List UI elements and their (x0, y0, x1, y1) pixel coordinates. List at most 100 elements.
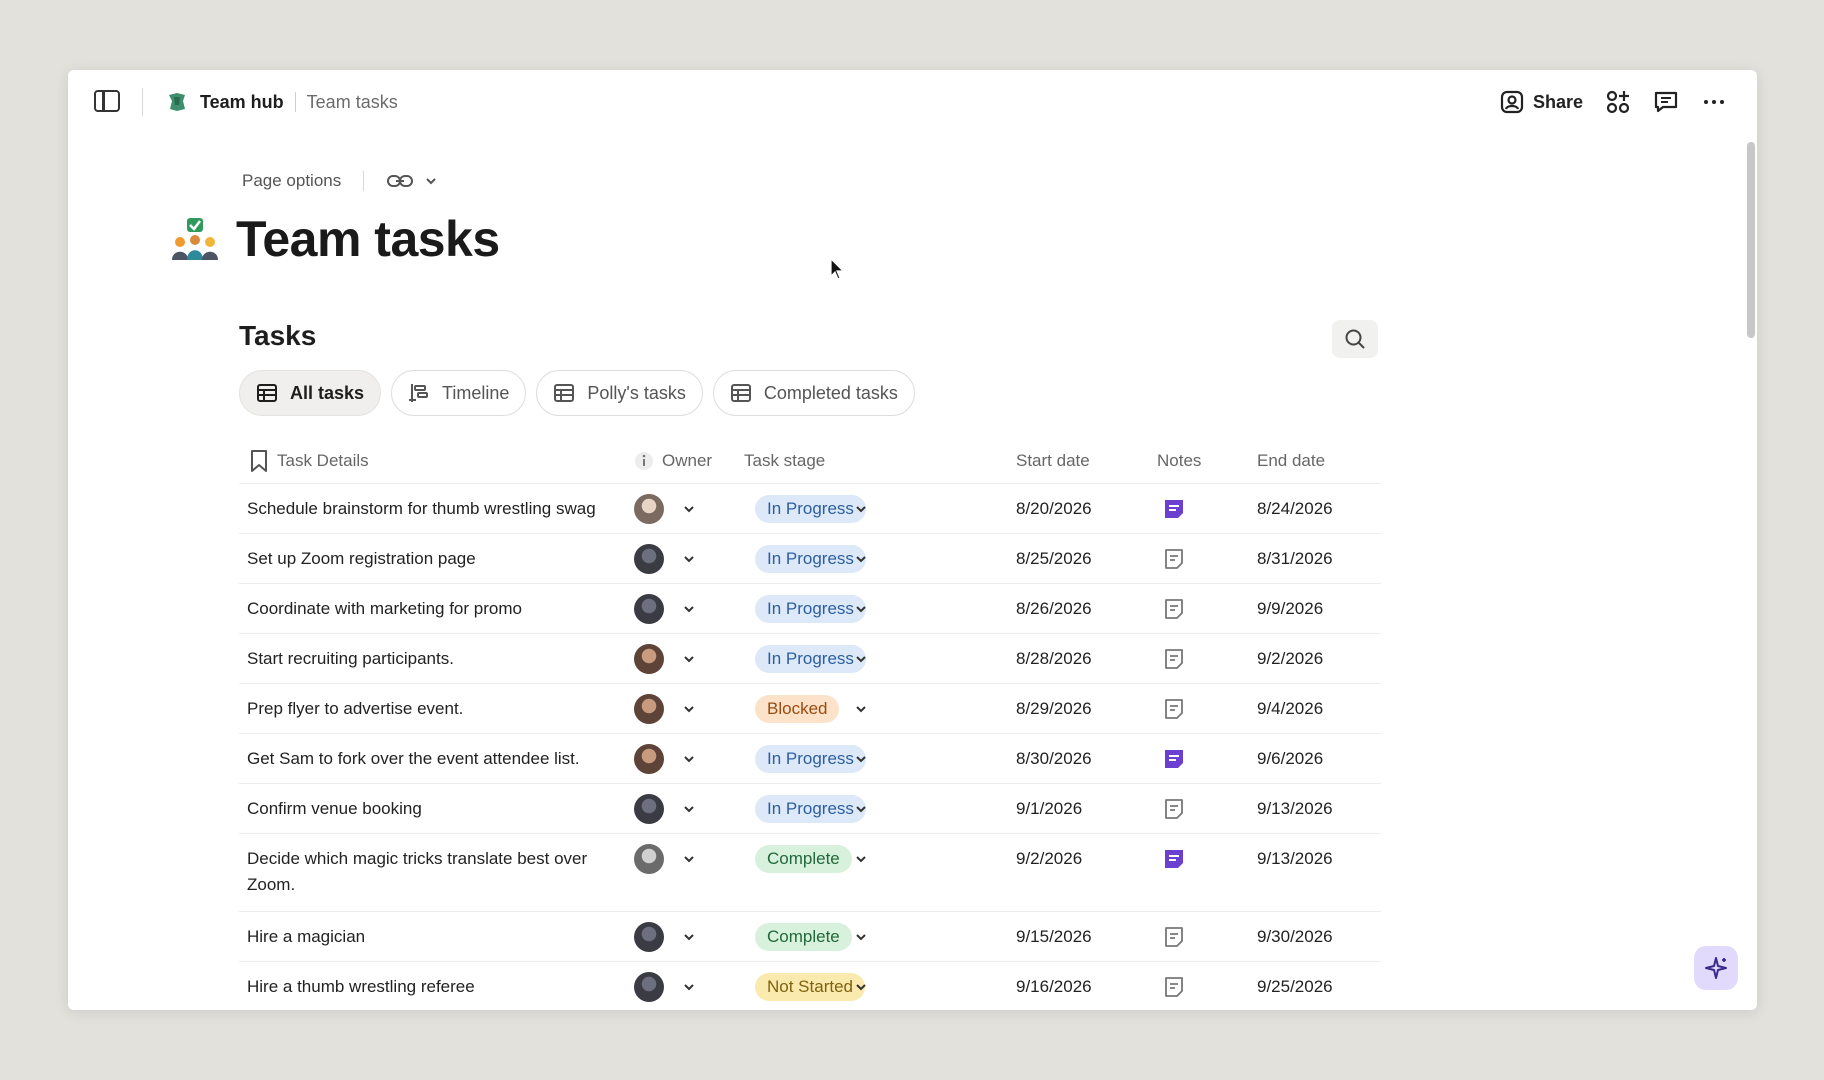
column-header-task[interactable]: Task Details (249, 449, 369, 473)
ai-assistant-button[interactable] (1694, 946, 1738, 990)
end-date-cell[interactable]: 9/13/2026 (1257, 845, 1333, 873)
column-header-notes[interactable]: Notes (1157, 451, 1201, 471)
breadcrumb-hub[interactable]: Team hub (200, 92, 284, 113)
owner-chevron-down-icon[interactable] (682, 502, 696, 516)
share-button[interactable]: Share (1499, 89, 1583, 115)
note-empty-icon[interactable] (1162, 547, 1186, 571)
page-options-button[interactable]: Page options (242, 171, 341, 191)
avatar[interactable] (634, 694, 664, 724)
column-header-end[interactable]: End date (1257, 451, 1325, 471)
start-date-cell[interactable]: 8/29/2026 (1016, 695, 1092, 723)
table-row[interactable]: Confirm venue booking In Progress 9/1/2026… (239, 784, 1381, 834)
comments-icon[interactable] (1653, 89, 1679, 115)
chevron-down-icon[interactable] (424, 174, 438, 188)
sidebar-toggle-icon[interactable] (94, 90, 120, 112)
table-row[interactable]: Schedule brainstorm for thumb wrestling … (239, 484, 1381, 534)
tab-timeline[interactable]: Timeline (391, 370, 527, 416)
note-empty-icon[interactable] (1162, 597, 1186, 621)
table-row[interactable]: Hire a thumb wrestling referee Not Starte… (239, 962, 1381, 1010)
table-row[interactable]: Prep flyer to advertise event. Blocked 8/2… (239, 684, 1381, 734)
avatar[interactable] (634, 922, 664, 952)
avatar[interactable] (634, 744, 664, 774)
task-details-cell[interactable]: Set up Zoom registration page (247, 546, 617, 572)
start-date-cell[interactable]: 9/2/2026 (1016, 845, 1082, 873)
search-button[interactable] (1332, 320, 1378, 358)
task-details-cell[interactable]: Hire a magician (247, 924, 617, 950)
note-empty-icon[interactable] (1162, 975, 1186, 999)
tab-polly-s-tasks[interactable]: Polly's tasks (536, 370, 703, 416)
task-details-cell[interactable]: Coordinate with marketing for promo (247, 596, 617, 622)
stage-chevron-down-icon[interactable] (854, 852, 868, 866)
start-date-cell[interactable]: 9/1/2026 (1016, 795, 1082, 823)
owner-chevron-down-icon[interactable] (682, 930, 696, 944)
start-date-cell[interactable]: 9/16/2026 (1016, 973, 1092, 1001)
end-date-cell[interactable]: 9/2/2026 (1257, 645, 1323, 673)
stage-chevron-down-icon[interactable] (854, 752, 868, 766)
status-badge[interactable]: In Progress (755, 545, 866, 573)
breadcrumb-page[interactable]: Team tasks (307, 92, 398, 113)
stage-chevron-down-icon[interactable] (854, 930, 868, 944)
start-date-cell[interactable]: 8/20/2026 (1016, 495, 1092, 523)
end-date-cell[interactable]: 9/25/2026 (1257, 973, 1333, 1001)
owner-chevron-down-icon[interactable] (682, 652, 696, 666)
table-row[interactable]: Hire a magician Complete 9/15/2026 9/30/202… (239, 912, 1381, 962)
start-date-cell[interactable]: 9/15/2026 (1016, 923, 1092, 951)
table-row[interactable]: Decide which magic tricks translate best… (239, 834, 1381, 912)
avatar[interactable] (634, 794, 664, 824)
note-filled-icon[interactable] (1162, 747, 1186, 771)
stage-chevron-down-icon[interactable] (854, 552, 868, 566)
column-header-start[interactable]: Start date (1016, 451, 1090, 471)
stage-chevron-down-icon[interactable] (854, 802, 868, 816)
end-date-cell[interactable]: 9/13/2026 (1257, 795, 1333, 823)
end-date-cell[interactable]: 9/9/2026 (1257, 595, 1323, 623)
note-empty-icon[interactable] (1162, 797, 1186, 821)
table-row[interactable]: Start recruiting participants. In Progres… (239, 634, 1381, 684)
end-date-cell[interactable]: 9/4/2026 (1257, 695, 1323, 723)
end-date-cell[interactable]: 9/6/2026 (1257, 745, 1323, 773)
tab-all-tasks[interactable]: All tasks (239, 370, 382, 416)
avatar[interactable] (634, 844, 664, 874)
owner-chevron-down-icon[interactable] (682, 552, 696, 566)
task-details-cell[interactable]: Prep flyer to advertise event. (247, 696, 617, 722)
tab-completed-tasks[interactable]: Completed tasks (712, 370, 915, 416)
status-badge[interactable]: In Progress (755, 495, 866, 523)
avatar[interactable] (634, 972, 664, 1002)
link-icon[interactable] (386, 171, 414, 191)
scrollbar[interactable] (1747, 142, 1755, 338)
add-widget-icon[interactable] (1605, 89, 1631, 115)
avatar[interactable] (634, 494, 664, 524)
avatar[interactable] (634, 594, 664, 624)
column-header-stage[interactable]: Task stage (744, 451, 825, 471)
task-details-cell[interactable]: Schedule brainstorm for thumb wrestling … (247, 496, 617, 522)
note-empty-icon[interactable] (1162, 697, 1186, 721)
note-empty-icon[interactable] (1162, 647, 1186, 671)
table-row[interactable]: Coordinate with marketing for promo In Pr… (239, 584, 1381, 634)
table-row[interactable]: Get Sam to fork over the event attendee … (239, 734, 1381, 784)
status-badge[interactable]: In Progress (755, 745, 866, 773)
task-details-cell[interactable]: Hire a thumb wrestling referee (247, 974, 617, 1000)
stage-chevron-down-icon[interactable] (854, 652, 868, 666)
end-date-cell[interactable]: 8/31/2026 (1257, 545, 1333, 573)
stage-chevron-down-icon[interactable] (854, 702, 868, 716)
end-date-cell[interactable]: 8/24/2026 (1257, 495, 1333, 523)
owner-chevron-down-icon[interactable] (682, 702, 696, 716)
status-badge[interactable]: In Progress (755, 795, 866, 823)
owner-chevron-down-icon[interactable] (682, 980, 696, 994)
task-details-cell[interactable]: Decide which magic tricks translate best… (247, 846, 617, 898)
status-badge[interactable]: In Progress (755, 595, 866, 623)
owner-chevron-down-icon[interactable] (682, 602, 696, 616)
status-badge[interactable]: Not Started (755, 973, 865, 1001)
start-date-cell[interactable]: 8/25/2026 (1016, 545, 1092, 573)
table-row[interactable]: Set up Zoom registration page In Progress… (239, 534, 1381, 584)
start-date-cell[interactable]: 8/30/2026 (1016, 745, 1092, 773)
stage-chevron-down-icon[interactable] (854, 980, 868, 994)
stage-chevron-down-icon[interactable] (854, 602, 868, 616)
task-details-cell[interactable]: Start recruiting participants. (247, 646, 617, 672)
note-filled-icon[interactable] (1162, 497, 1186, 521)
note-filled-icon[interactable] (1162, 847, 1186, 871)
status-badge[interactable]: In Progress (755, 645, 866, 673)
end-date-cell[interactable]: 9/30/2026 (1257, 923, 1333, 951)
task-details-cell[interactable]: Confirm venue booking (247, 796, 617, 822)
status-badge[interactable]: Blocked (755, 695, 840, 723)
stage-chevron-down-icon[interactable] (854, 502, 868, 516)
